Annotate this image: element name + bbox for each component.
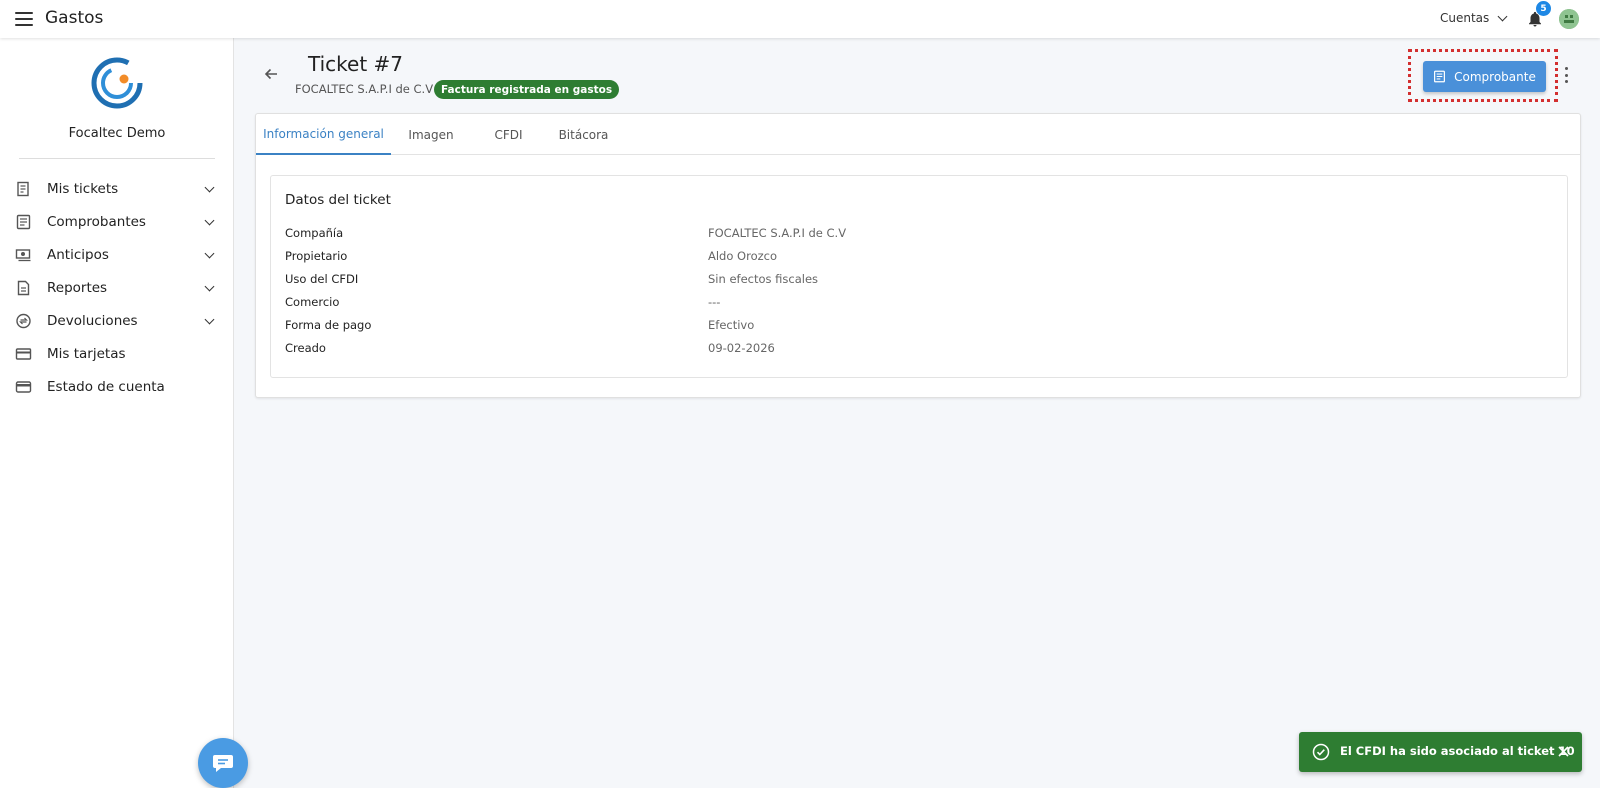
accounts-dropdown[interactable]: Cuentas — [1440, 11, 1508, 25]
sidebar-item-comprobantes[interactable]: Comprobantes — [0, 207, 234, 237]
sidebar-item-mis-tarjetas[interactable]: Mis tarjetas — [0, 339, 234, 369]
detail-row: Forma de pago Efectivo — [285, 318, 1555, 338]
comprobante-button[interactable]: Comprobante — [1423, 61, 1546, 92]
detail-label: Comercio — [285, 295, 340, 309]
tab-imagen[interactable]: Imagen — [391, 114, 471, 155]
app-title: Gastos — [45, 8, 104, 28]
sidebar-item-label: Comprobantes — [47, 214, 146, 230]
status-badge: Factura registrada en gastos — [434, 80, 620, 99]
focaltec-logo — [91, 57, 143, 109]
detail-value: Sin efectos fiscales — [708, 272, 819, 286]
chevron-down-icon — [204, 314, 215, 324]
detail-value: FOCALTEC S.A.P.I de C.V — [708, 226, 847, 240]
success-toast: El CFDI ha sido asociado al ticket 10 — [1299, 732, 1582, 772]
sidebar-item-label: Estado de cuenta — [47, 379, 165, 395]
detail-label: Forma de pago — [285, 318, 372, 332]
document-icon — [1434, 70, 1446, 83]
sidebar-item-reportes[interactable]: Reportes — [0, 273, 234, 303]
detail-value: Efectivo — [708, 318, 755, 332]
detail-row: Compañía FOCALTEC S.A.P.I de C.V — [285, 226, 1555, 246]
credit-card-icon — [15, 348, 32, 360]
sidebar-item-estado-de-cuenta[interactable]: Estado de cuenta — [0, 372, 234, 402]
check-circle-icon — [1312, 743, 1330, 761]
detail-row: Comercio --- — [285, 295, 1555, 315]
comprobante-label: Comprobante — [1454, 69, 1536, 84]
wallet-icon — [15, 381, 32, 393]
refund-icon — [16, 313, 31, 329]
sidebar-item-label: Devoluciones — [47, 313, 138, 329]
back-arrow-icon[interactable] — [263, 66, 279, 82]
menu-icon[interactable] — [15, 12, 33, 26]
detail-label: Uso del CFDI — [285, 272, 359, 286]
chevron-down-icon — [204, 248, 215, 258]
cash-icon — [15, 249, 31, 262]
sidebar-item-label: Anticipos — [47, 247, 109, 263]
more-options-icon[interactable] — [1565, 67, 1569, 83]
avatar[interactable] — [1559, 9, 1579, 29]
detail-row: Propietario Aldo Orozco — [285, 249, 1555, 269]
page-title: Ticket #7 — [308, 52, 404, 76]
detail-label: Compañía — [285, 226, 344, 240]
chat-icon — [213, 755, 233, 772]
ticket-card: Información general Imagen CFDI Bitácora… — [255, 113, 1581, 398]
chat-button[interactable] — [198, 738, 248, 788]
ticket-details-panel: Datos del ticket Compañía FOCALTEC S.A.P… — [270, 175, 1568, 378]
document-icon — [16, 214, 31, 230]
detail-value: Aldo Orozco — [708, 249, 778, 263]
detail-row: Uso del CFDI Sin efectos fiscales — [285, 272, 1555, 292]
sidebar-item-label: Mis tarjetas — [47, 346, 126, 362]
sidebar-divider — [19, 158, 215, 159]
receipt-icon — [17, 181, 29, 197]
notification-badge: 5 — [1536, 1, 1551, 16]
tab-cfdi[interactable]: CFDI — [471, 114, 546, 155]
sidebar-item-mis-tickets[interactable]: Mis tickets — [0, 174, 234, 204]
chevron-down-icon — [204, 215, 215, 225]
chevron-down-icon — [204, 182, 215, 192]
accounts-label: Cuentas — [1440, 11, 1490, 25]
sidebar: Focaltec Demo Mis tickets Comprobantes A… — [0, 38, 234, 788]
tab-informacion-general[interactable]: Información general — [256, 114, 391, 155]
org-name: Focaltec Demo — [68, 126, 166, 141]
tab-bar: Información general Imagen CFDI Bitácora — [256, 114, 1580, 155]
sidebar-item-label: Mis tickets — [47, 181, 119, 197]
sidebar-item-anticipos[interactable]: Anticipos — [0, 240, 234, 270]
sidebar-item-label: Reportes — [47, 280, 108, 296]
sidebar-item-devoluciones[interactable]: Devoluciones — [0, 306, 234, 336]
section-title: Datos del ticket — [285, 192, 391, 208]
detail-row: Creado 09-02-2026 — [285, 341, 1555, 361]
chevron-down-icon — [204, 281, 215, 291]
tab-bitacora[interactable]: Bitácora — [546, 114, 621, 155]
chevron-down-icon — [1497, 11, 1508, 21]
report-icon — [17, 280, 30, 296]
detail-label: Propietario — [285, 249, 348, 263]
top-bar: Gastos Cuentas 5 — [0, 0, 1600, 38]
toast-message: El CFDI ha sido asociado al ticket 10 — [1340, 744, 1575, 758]
close-icon[interactable] — [1557, 745, 1570, 758]
company-name: FOCALTEC S.A.P.I de C.V — [295, 82, 434, 96]
detail-value: --- — [708, 295, 721, 309]
detail-label: Creado — [285, 341, 326, 355]
detail-value: 09-02-2026 — [708, 341, 775, 355]
